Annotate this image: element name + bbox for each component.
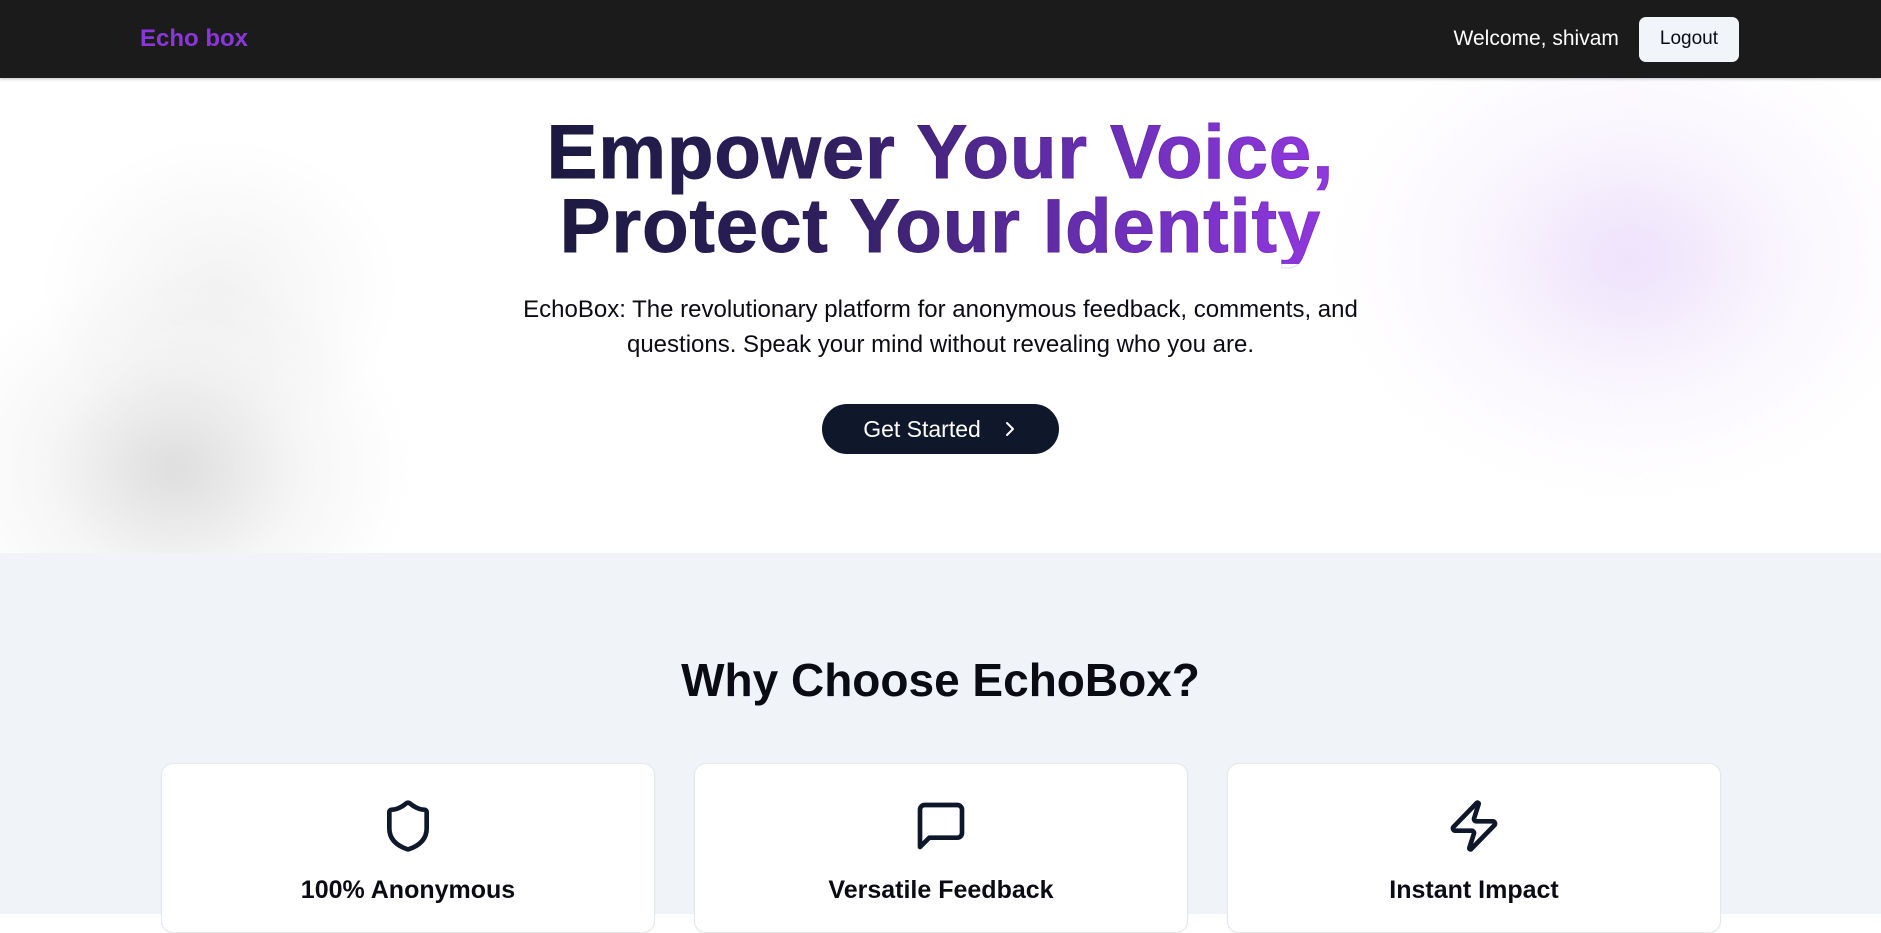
get-started-button[interactable]: Get Started (822, 404, 1059, 454)
hero-headline: Empower Your Voice, Protect Your Identit… (546, 78, 1335, 269)
hero-subtitle: EchoBox: The revolutionary platform for … (523, 296, 1358, 358)
feature-card-title: Versatile Feedback (828, 876, 1054, 904)
feature-card-title: 100% Anonymous (300, 876, 516, 904)
message-square-icon (917, 802, 965, 850)
features-title: Why Choose EchoBox? (681, 654, 1200, 706)
shield-icon (387, 800, 429, 852)
hero-section: Empower Your Voice, Protect Your Identit… (0, 78, 1881, 553)
welcome-text: Welcome, shivam (1453, 27, 1619, 50)
feature-card-anonymous: 100% Anonymous (161, 763, 655, 933)
brand-logo-link[interactable]: Echo box (140, 25, 248, 53)
feature-card-instant: Instant Impact (1227, 763, 1721, 933)
feature-card-versatile: Versatile Feedback (694, 763, 1188, 933)
chevron-right-icon (1005, 422, 1014, 436)
zap-icon (1450, 800, 1498, 852)
top-navbar: Echo box Welcome, shivam Logout (0, 0, 1881, 78)
hero-headline-line-1: Empower Your Voice, (546, 110, 1335, 195)
get-started-label: Get Started (863, 415, 981, 442)
features-section: Why Choose EchoBox? 100% Anonymous Versa… (0, 553, 1881, 933)
hero-headline-line-2: Protect Your Identity (559, 184, 1322, 269)
hero-content: Empower Your Voice, Protect Your Identit… (0, 78, 1881, 454)
nav-user-area: Welcome, shivam Logout (1453, 16, 1739, 62)
logout-button[interactable]: Logout (1638, 16, 1739, 62)
feature-card-title: Instant Impact (1389, 876, 1559, 904)
